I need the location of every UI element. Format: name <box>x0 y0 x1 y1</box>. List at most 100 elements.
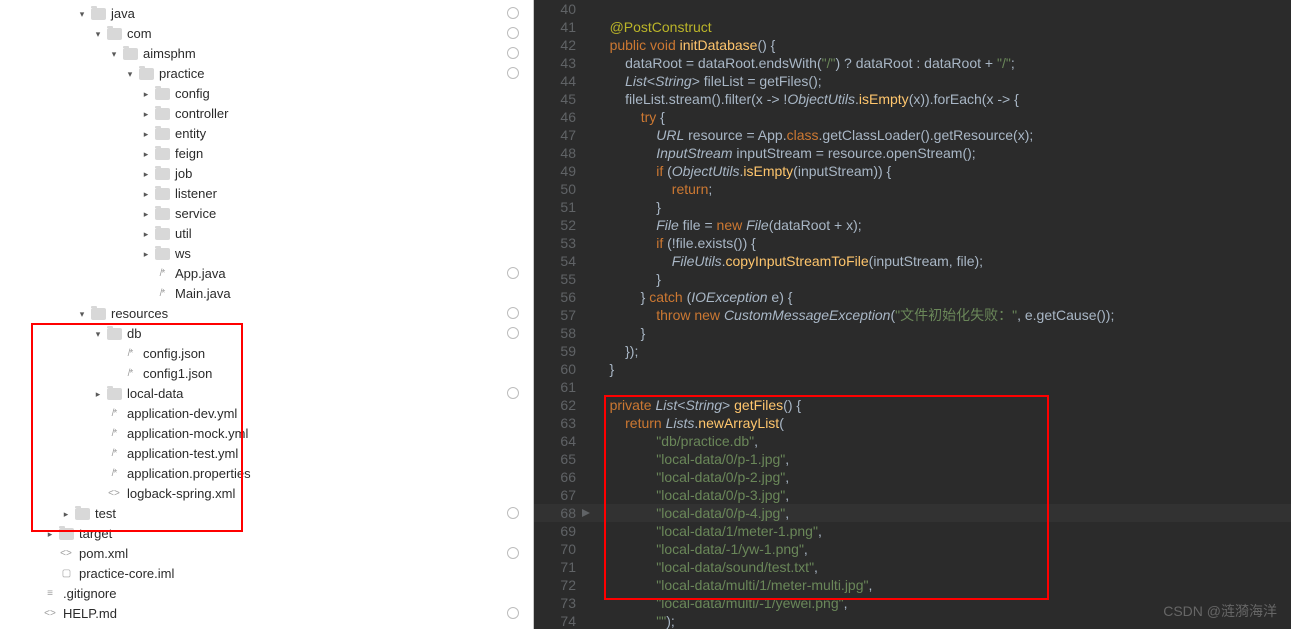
tree-item[interactable]: ▸local-data <box>0 384 533 404</box>
code-line[interactable]: 69 "local-data/1/meter-1.png", <box>534 522 1291 540</box>
chevron-icon[interactable]: ▾ <box>92 324 104 344</box>
tree-item[interactable]: <>pom.xml <box>0 544 533 564</box>
chevron-icon[interactable]: ▾ <box>76 4 88 24</box>
line-number[interactable]: 54 <box>534 252 594 270</box>
line-number[interactable]: 61 <box>534 378 594 396</box>
tree-item[interactable]: ▾resources <box>0 304 533 324</box>
tree-item[interactable]: /*application-mock.yml <box>0 424 533 444</box>
code-text[interactable]: "local-data/0/p-3.jpg", <box>594 486 1291 504</box>
chevron-icon[interactable]: ▸ <box>92 384 104 404</box>
tree-item[interactable]: ≡.gitignore <box>0 584 533 604</box>
tree-item[interactable]: ▸target <box>0 524 533 544</box>
code-line[interactable]: 63 return Lists.newArrayList( <box>534 414 1291 432</box>
code-text[interactable]: List<String> fileList = getFiles(); <box>594 72 1291 90</box>
line-number[interactable]: 70 <box>534 540 594 558</box>
line-number[interactable]: 43 <box>534 54 594 72</box>
chevron-icon[interactable]: ▸ <box>140 84 152 104</box>
line-number[interactable]: 45 <box>534 90 594 108</box>
line-number[interactable]: 67 <box>534 486 594 504</box>
line-number[interactable]: 51 <box>534 198 594 216</box>
line-number[interactable]: 72 <box>534 576 594 594</box>
code-line[interactable]: 54 FileUtils.copyInputStreamToFile(input… <box>534 252 1291 270</box>
chevron-icon[interactable]: ▸ <box>140 184 152 204</box>
line-number[interactable]: 59 <box>534 342 594 360</box>
code-text[interactable]: @PostConstruct <box>594 18 1291 36</box>
line-number[interactable]: 68 <box>534 504 594 522</box>
code-line[interactable]: 62 private List<String> getFiles() { <box>534 396 1291 414</box>
line-number[interactable]: 52 <box>534 216 594 234</box>
code-text[interactable]: private List<String> getFiles() { <box>594 396 1291 414</box>
chevron-icon[interactable]: ▾ <box>108 44 120 64</box>
tree-item[interactable]: ▸service <box>0 204 533 224</box>
code-editor[interactable]: 4041 @PostConstruct42 public void initDa… <box>534 0 1291 629</box>
line-number[interactable]: 48 <box>534 144 594 162</box>
code-line[interactable]: 67 "local-data/0/p-3.jpg", <box>534 486 1291 504</box>
code-line[interactable]: 70 "local-data/-1/yw-1.png", <box>534 540 1291 558</box>
chevron-icon[interactable]: ▸ <box>140 244 152 264</box>
chevron-icon[interactable]: ▸ <box>140 124 152 144</box>
code-line[interactable]: 53 if (!file.exists()) { <box>534 234 1291 252</box>
tree-item[interactable]: <>logback-spring.xml <box>0 484 533 504</box>
line-number[interactable]: 62 <box>534 396 594 414</box>
code-line[interactable]: 68 "local-data/0/p-4.jpg", <box>534 504 1291 522</box>
code-line[interactable]: 64 "db/practice.db", <box>534 432 1291 450</box>
tree-item[interactable]: ▸entity <box>0 124 533 144</box>
tree-item[interactable]: ▸feign <box>0 144 533 164</box>
line-number[interactable]: 56 <box>534 288 594 306</box>
tree-item[interactable]: /*config.json <box>0 344 533 364</box>
tree-item[interactable]: ▾aimsphm <box>0 44 533 64</box>
code-text[interactable]: return Lists.newArrayList( <box>594 414 1291 432</box>
chevron-icon[interactable]: ▸ <box>140 104 152 124</box>
code-text[interactable]: return; <box>594 180 1291 198</box>
code-text[interactable]: InputStream inputStream = resource.openS… <box>594 144 1291 162</box>
code-text[interactable]: public void initDatabase() { <box>594 36 1291 54</box>
code-line[interactable]: 40 <box>534 0 1291 18</box>
line-number[interactable]: 46 <box>534 108 594 126</box>
code-line[interactable]: 46 try { <box>534 108 1291 126</box>
tree-item[interactable]: /*application-test.yml <box>0 444 533 464</box>
project-tree[interactable]: ▾java▾com▾aimsphm▾practice▸config▸contro… <box>0 0 534 629</box>
code-text[interactable]: "local-data/0/p-4.jpg", <box>594 504 1291 522</box>
code-text[interactable]: dataRoot = dataRoot.endsWith("/") ? data… <box>594 54 1291 72</box>
code-text[interactable]: } <box>594 360 1291 378</box>
tree-item[interactable]: /*application.properties <box>0 464 533 484</box>
code-text[interactable]: fileList.stream().filter(x -> !ObjectUti… <box>594 90 1291 108</box>
tree-item[interactable]: ▸job <box>0 164 533 184</box>
code-line[interactable]: 66 "local-data/0/p-2.jpg", <box>534 468 1291 486</box>
code-text[interactable]: "db/practice.db", <box>594 432 1291 450</box>
tree-item[interactable]: ▾com <box>0 24 533 44</box>
tree-item[interactable]: ▸test <box>0 504 533 524</box>
code-line[interactable]: 56 } catch (IOException e) { <box>534 288 1291 306</box>
code-text[interactable]: "local-data/1/meter-1.png", <box>594 522 1291 540</box>
chevron-icon[interactable]: ▾ <box>124 64 136 84</box>
line-number[interactable]: 64 <box>534 432 594 450</box>
code-line[interactable]: 50 return; <box>534 180 1291 198</box>
code-text[interactable]: if (!file.exists()) { <box>594 234 1291 252</box>
tree-item[interactable]: /*config1.json <box>0 364 533 384</box>
code-text[interactable]: "local-data/0/p-1.jpg", <box>594 450 1291 468</box>
line-number[interactable]: 57 <box>534 306 594 324</box>
code-text[interactable]: } <box>594 270 1291 288</box>
tree-item[interactable]: ▾java <box>0 4 533 24</box>
code-text[interactable]: throw new CustomMessageException("文件初始化失… <box>594 306 1291 324</box>
tree-item[interactable]: ▸config <box>0 84 533 104</box>
code-line[interactable]: 45 fileList.stream().filter(x -> !Object… <box>534 90 1291 108</box>
line-number[interactable]: 58 <box>534 324 594 342</box>
tree-item[interactable]: ▸controller <box>0 104 533 124</box>
line-number[interactable]: 71 <box>534 558 594 576</box>
chevron-icon[interactable]: ▾ <box>92 24 104 44</box>
code-line[interactable]: 65 "local-data/0/p-1.jpg", <box>534 450 1291 468</box>
chevron-icon[interactable]: ▾ <box>76 304 88 324</box>
code-line[interactable]: 43 dataRoot = dataRoot.endsWith("/") ? d… <box>534 54 1291 72</box>
chevron-icon[interactable]: ▸ <box>60 504 72 524</box>
code-text[interactable] <box>594 378 1291 396</box>
code-line[interactable]: 49 if (ObjectUtils.isEmpty(inputStream))… <box>534 162 1291 180</box>
code-line[interactable]: 44 List<String> fileList = getFiles(); <box>534 72 1291 90</box>
line-number[interactable]: 47 <box>534 126 594 144</box>
chevron-icon[interactable]: ▸ <box>44 524 56 544</box>
tree-item[interactable]: ▸listener <box>0 184 533 204</box>
code-line[interactable]: 55 } <box>534 270 1291 288</box>
line-number[interactable]: 65 <box>534 450 594 468</box>
line-number[interactable]: 60 <box>534 360 594 378</box>
tree-item[interactable]: /*App.java <box>0 264 533 284</box>
